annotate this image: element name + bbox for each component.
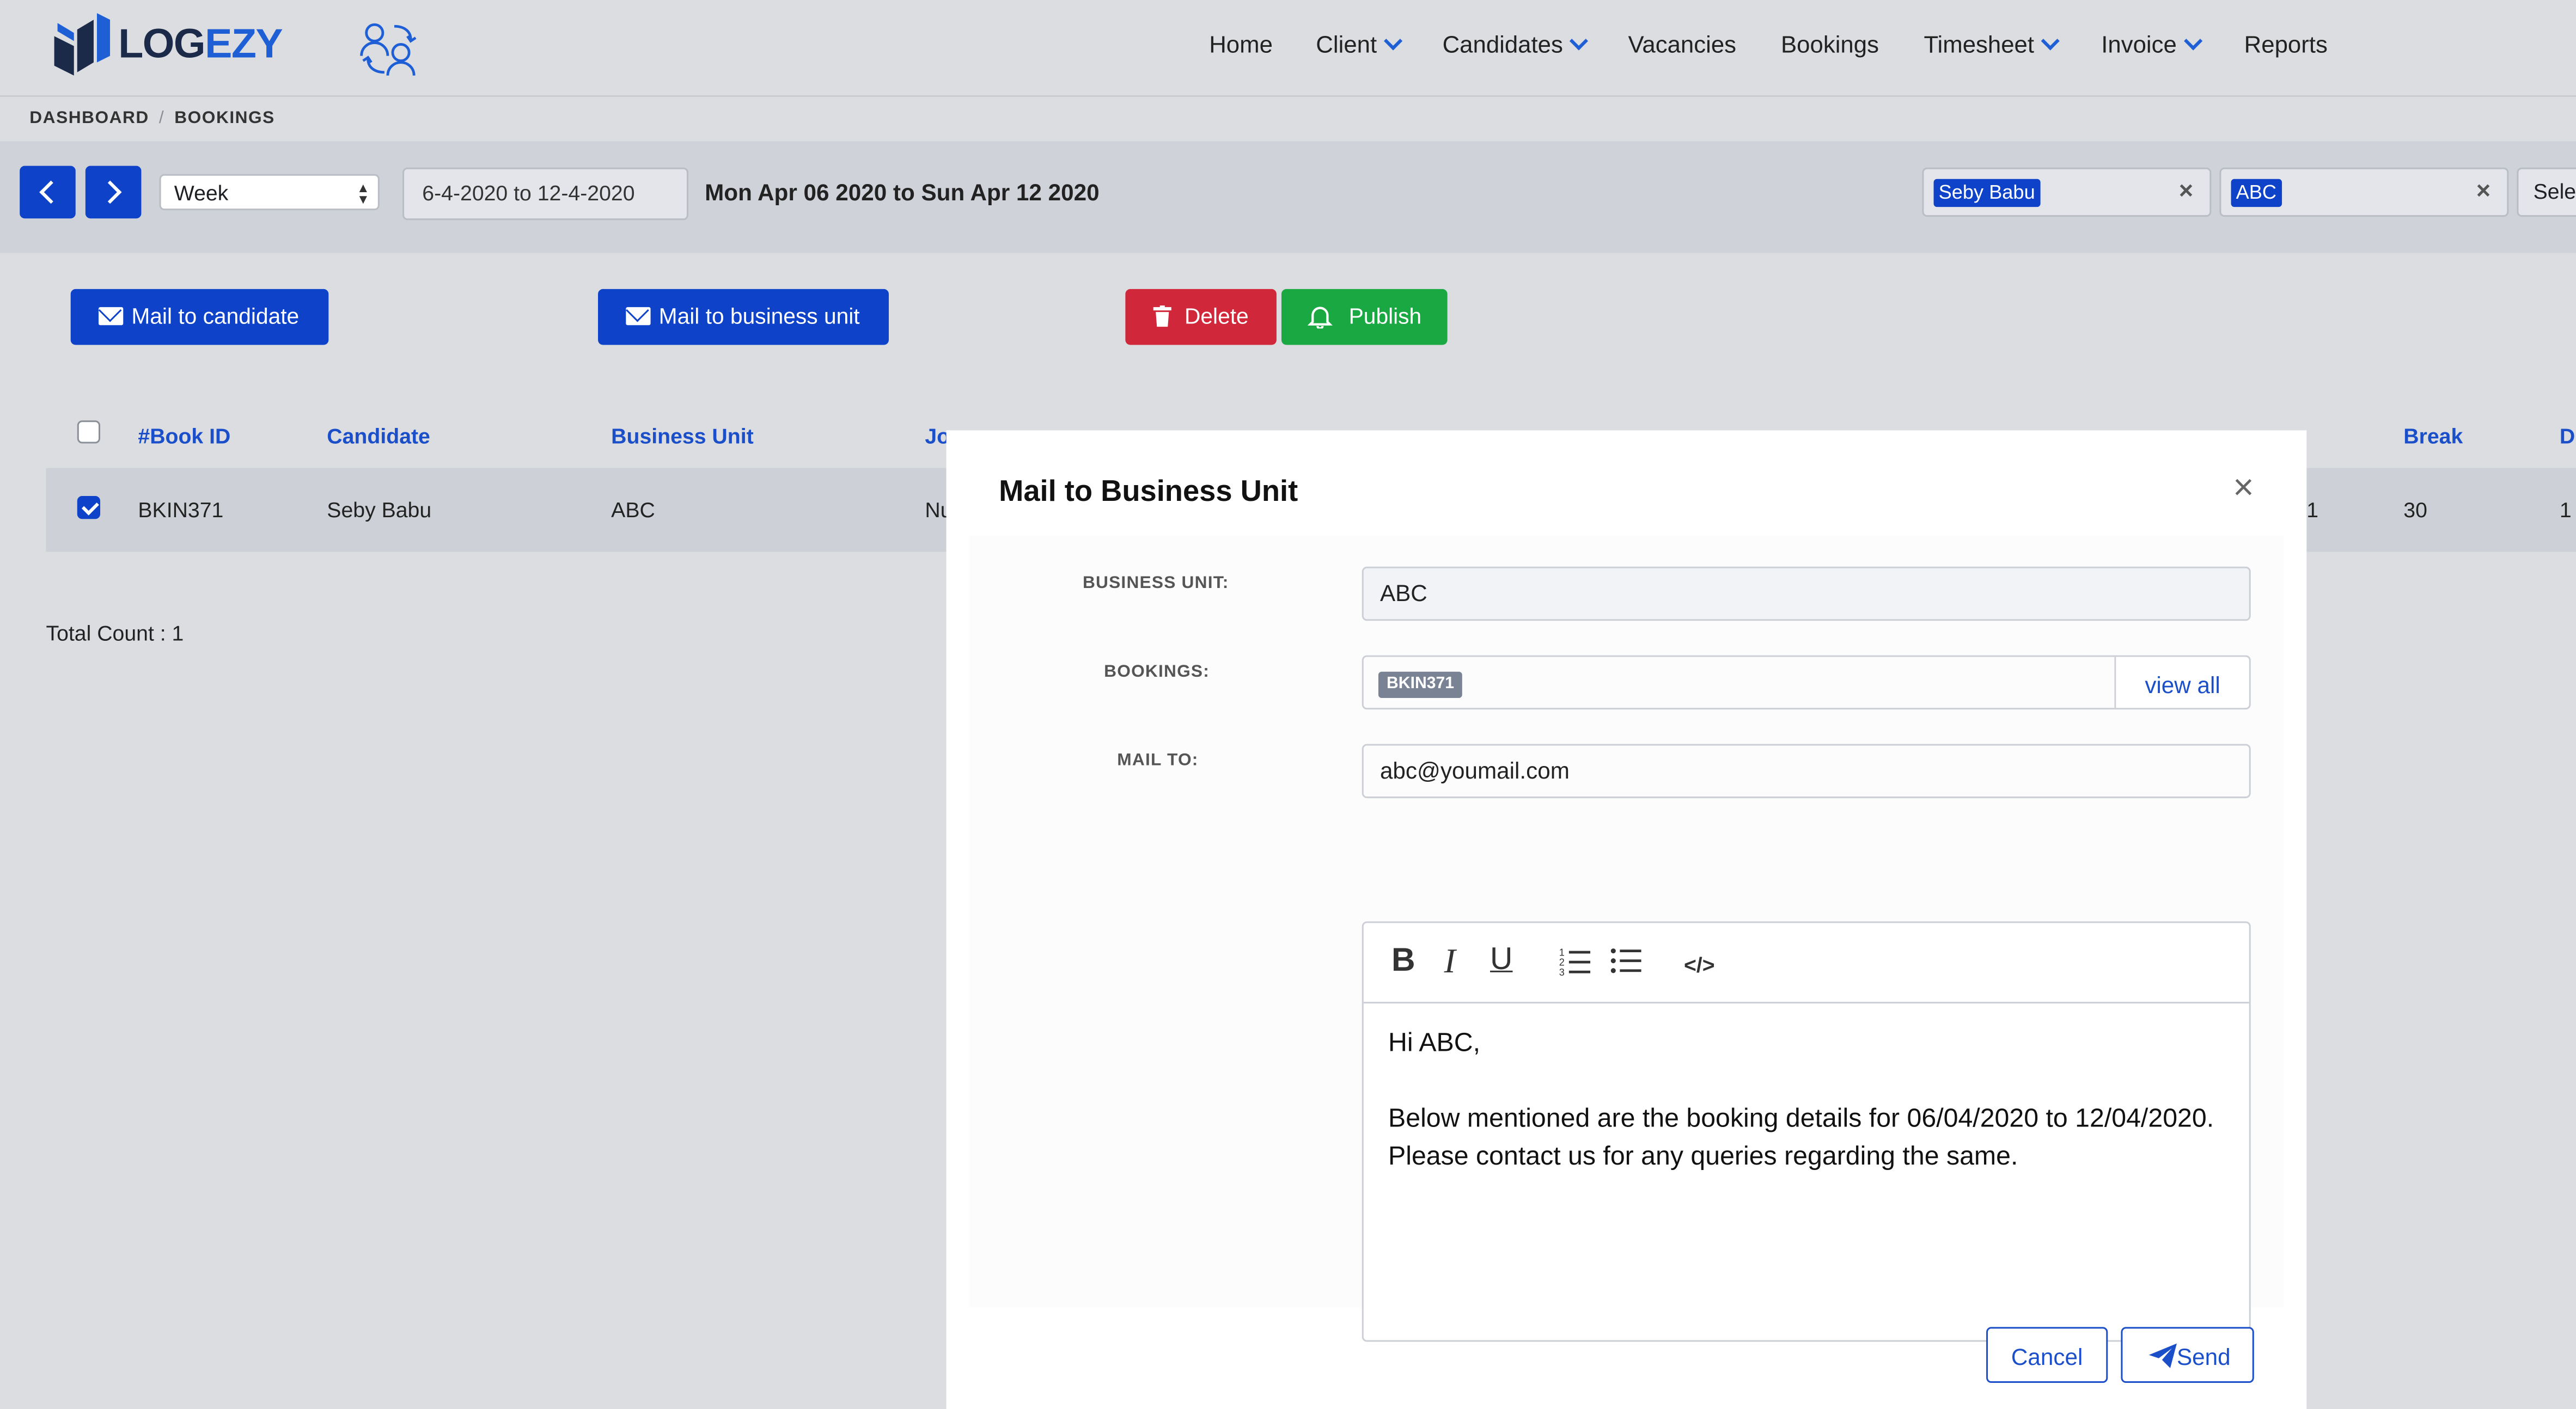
row-checkbox[interactable] [77,496,101,519]
date-range-input[interactable]: 6-4-2020 to 12-4-2020 [402,167,688,220]
code-button[interactable]: </> [1684,948,1715,984]
mail-to-label: MAIL TO: [1117,750,1199,770]
cell-candidate: Seby Babu [327,498,432,523]
column-header-business-unit[interactable]: Business Unit [611,424,754,448]
breadcrumb: DASHBOARD / BOOKINGS [29,108,275,128]
view-all-button[interactable]: view all [2114,657,2249,708]
italic-button[interactable]: I [1444,943,1456,979]
paper-plane-icon [2148,1343,2177,1368]
message-greeting: Hi ABC, [1388,1030,1481,1058]
clear-business-unit-filter-icon[interactable]: × [2476,177,2490,205]
delete-label: Delete [1184,304,1249,329]
svg-text:2: 2 [1559,957,1565,968]
mail-to-candidate-button[interactable]: Mail to candidate [70,289,329,345]
bookings-field[interactable]: BKIN371 view all [1362,655,2251,710]
cell-end-time: 1 [2306,498,2319,523]
chevron-down-icon [1570,32,1589,51]
logo-mark-icon [54,13,111,76]
cell-book-id: BKIN371 [138,498,224,523]
previous-period-button[interactable] [20,166,76,219]
extra-select[interactable]: Sele [2517,167,2576,217]
send-label: Send [2176,1343,2231,1370]
underline-button[interactable]: U [1490,943,1512,979]
nav-bookings[interactable]: Bookings [1781,29,1879,62]
mail-to-business-unit-label: Mail to business unit [658,304,860,329]
mail-business-unit-modal: Mail to Business Unit × BUSINESS UNIT: A… [946,430,2307,1409]
nav-vacancies[interactable]: Vacancies [1628,29,1736,62]
mail-to-input[interactable]: abc@youmail.com [1362,744,2251,799]
svg-text:3: 3 [1559,967,1565,977]
delete-button[interactable]: Delete [1125,289,1277,345]
nav-candidates-label: Candidates [1442,33,1563,59]
logo-text[interactable]: LOGEZY [118,21,283,68]
logo-part-1: LOG [118,21,205,68]
ordered-list-icon[interactable]: 123 [1559,946,1592,977]
bookings-label: BOOKINGS: [1104,661,1210,682]
publish-button[interactable]: Publish [1281,289,1448,345]
total-count: Total Count : 1 [46,621,184,646]
top-navbar: LOGEZY Home Client Candidates Vacancies … [0,0,2576,97]
modal-body: BUSINESS UNIT: ABC BOOKINGS: BKIN371 vie… [969,535,2284,1342]
business-unit-label: BUSINESS UNIT: [1082,573,1229,593]
message-content: Below mentioned are the booking details … [1388,1105,2214,1171]
business-unit-field: ABC [1362,566,2251,621]
nav-invoice-label: Invoice [2101,33,2177,59]
svg-text:1: 1 [1559,947,1565,958]
envelope-icon [98,307,124,326]
cell-business-unit: ABC [611,498,655,523]
mail-to-candidate-label: Mail to candidate [131,304,300,329]
column-header-book-id[interactable]: #Book ID [138,424,230,448]
filter-toolbar: Week ▲ ▼ 6-4-2020 to 12-4-2020 Mon Apr 06 … [0,141,2576,253]
chevron-down-icon [2041,32,2060,51]
nav-timesheet-label: Timesheet [1924,33,2035,59]
breadcrumb-bookings: BOOKINGS [174,108,275,128]
people-switch-icon[interactable] [358,20,421,79]
chevron-down-icon [2183,32,2203,51]
business-unit-filter[interactable]: ABC × [2219,167,2509,217]
message-body[interactable]: Hi ABC, Below mentioned are the booking … [1388,1025,2218,1214]
trash-icon [1153,305,1171,327]
nav-candidates[interactable]: Candidates [1442,29,1589,62]
candidate-filter[interactable]: Seby Babu × [1922,167,2212,217]
chevron-down-icon [1384,32,1403,51]
breadcrumb-dashboard[interactable]: DASHBOARD [29,108,149,128]
next-period-button[interactable] [85,166,142,219]
breadcrumb-separator: / [158,108,165,128]
logo-part-2: EZY [205,21,283,68]
editor-toolbar: B I U 123 </> [1363,923,2249,1004]
period-select-value: Week [174,180,229,206]
cell-last: 1 [2559,498,2572,523]
cell-break: 30 [2403,498,2427,523]
bookings-page: LOGEZY Home Client Candidates Vacancies … [0,0,2576,1409]
publish-label: Publish [1348,304,1422,329]
close-icon[interactable]: × [2233,469,2254,506]
business-unit-filter-chip: ABC [2231,179,2282,207]
column-header-break[interactable]: Break [2403,424,2463,448]
bell-icon [1308,307,1333,329]
envelope-icon [626,307,651,326]
nav-invoice[interactable]: Invoice [2101,29,2203,62]
select-arrows-icon: ▲ ▼ [356,180,370,207]
nav-reports[interactable]: Reports [2244,29,2328,62]
bold-button[interactable]: B [1391,943,1415,979]
nav-client-label: Client [1316,33,1377,59]
booking-tag: BKIN371 [1378,671,1463,699]
bullet-list-icon[interactable] [1610,946,1643,976]
send-button[interactable]: Send [2121,1327,2254,1383]
mail-to-business-unit-button[interactable]: Mail to business unit [598,289,889,345]
period-select[interactable]: Week ▲ ▼ [159,174,380,211]
modal-title: Mail to Business Unit [999,474,1298,508]
select-all-checkbox[interactable] [77,420,101,444]
date-range-label: Mon Apr 06 2020 to Sun Apr 12 2020 [705,179,1100,206]
clear-candidate-filter-icon[interactable]: × [2179,177,2193,205]
column-header-last[interactable]: D [2560,424,2575,448]
nav-home[interactable]: Home [1209,29,1273,62]
nav-client[interactable]: Client [1316,29,1403,62]
column-header-candidate[interactable]: Candidate [327,424,430,448]
nav-timesheet[interactable]: Timesheet [1924,29,2060,62]
message-editor: B I U 123 </> Hi ABC, Below mentioned ar… [1362,921,2251,1342]
candidate-filter-chip: Seby Babu [1933,179,2040,207]
cancel-button[interactable]: Cancel [1986,1327,2108,1383]
